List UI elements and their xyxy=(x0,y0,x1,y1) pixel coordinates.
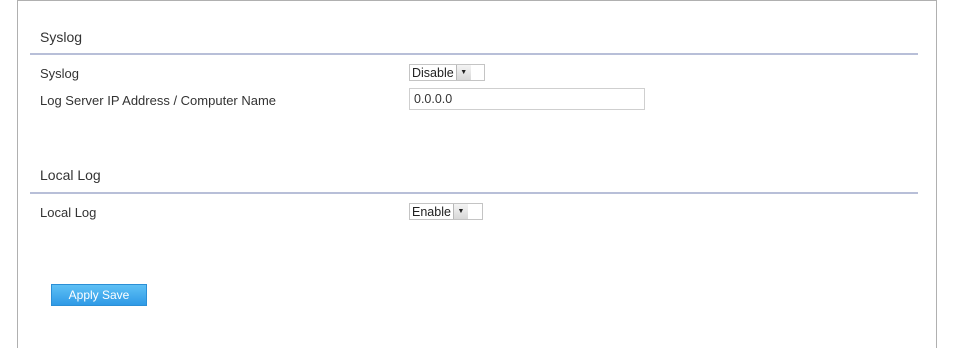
chevron-down-icon: ▼ xyxy=(452,204,468,219)
apply-save-button[interactable]: Apply Save xyxy=(51,284,147,306)
section-divider xyxy=(30,192,918,194)
local-log-label: Local Log xyxy=(40,205,97,220)
local-log-select-value: Enable xyxy=(412,204,451,219)
syslog-section-title: Syslog xyxy=(40,29,83,45)
local-log-section-title: Local Log xyxy=(40,167,101,183)
log-server-label: Log Server IP Address / Computer Name xyxy=(40,93,277,108)
local-log-select[interactable]: Enable ▼ xyxy=(409,203,483,220)
section-divider xyxy=(30,53,918,55)
log-server-input[interactable] xyxy=(409,88,645,110)
syslog-select[interactable]: Disable ▼ xyxy=(409,64,485,81)
syslog-label: Syslog xyxy=(40,66,80,81)
chevron-down-icon: ▼ xyxy=(455,65,471,80)
syslog-select-value: Disable xyxy=(412,65,454,80)
